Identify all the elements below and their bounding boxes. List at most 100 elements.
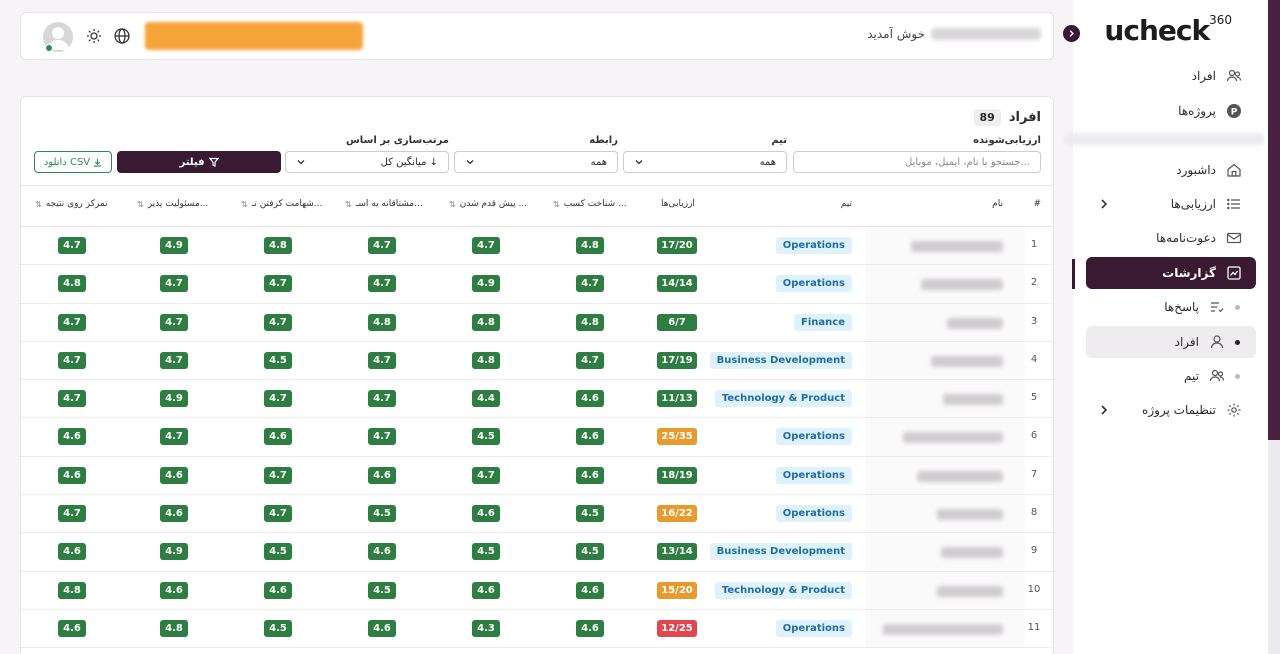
bullet-dot [1235, 373, 1240, 379]
score-badge: 4.4 [472, 390, 500, 408]
welcome-message: خوش آمدید [867, 27, 1041, 41]
team-icon [1207, 366, 1227, 386]
evaluations-badge: 6/7 [657, 313, 697, 331]
sort-label: مرتب‌سازی بر اساس [345, 135, 449, 146]
score-badge: 4.8 [58, 275, 86, 293]
sort-select[interactable]: میانگین کل ↓ [285, 151, 449, 173]
sidebar-scrollbar[interactable] [1268, 0, 1280, 654]
table-row[interactable]: 2 Operations 14/14 4.7 4.9 4.7 4.7 4.7 4.8 [21, 265, 1053, 304]
people-report-panel: افراد 89 ارزیابی‌شونده تیم رابطه مرتب‌سا… [20, 96, 1054, 654]
blurred-person-name[interactable] [937, 509, 1003, 521]
score-badge: 4.5 [368, 505, 396, 523]
collapse-sidebar-button[interactable] [1063, 25, 1080, 42]
chart-icon [1224, 263, 1244, 283]
score-badge: 4.7 [368, 351, 396, 369]
table-row[interactable]: 8 Operations 16/22 4.5 4.6 4.5 4.7 4.6 4.7 [21, 495, 1053, 534]
blurred-person-name[interactable] [917, 470, 1003, 482]
table-row[interactable]: 10 Technology & Product 15/20 4.6 4.6 4.5 4.6 4… [21, 571, 1053, 610]
sidebar-item-projects[interactable]: P پروژه‌ها [1086, 95, 1256, 127]
col-header-name[interactable]: نام [992, 199, 1003, 209]
sun-icon[interactable] [85, 27, 103, 45]
col-header-competency-3[interactable]: ⇅ مشتاقانه یه اسـ... [345, 199, 423, 209]
sort-icon: ⇅ [345, 199, 352, 209]
score-badge: 4.7 [160, 428, 188, 446]
download-csv-button[interactable]: دانلود CSV [34, 151, 112, 173]
score-badge: 4.6 [160, 466, 188, 484]
table-row[interactable]: 9 Business Development 13/14 4.5 4.5 4.6 4.5 4.… [21, 533, 1053, 572]
col-header-competency-6[interactable]: ⇅ تمرکز روی نتیجه [35, 199, 108, 209]
sidebar-item-label: ارزیابی‌ها [1170, 197, 1216, 211]
score-badge: 4.7 [58, 237, 86, 254]
score-badge: 4.6 [58, 428, 86, 446]
score-badge: 4.7 [576, 351, 604, 369]
score-badge: 4.5 [472, 543, 500, 561]
col-header-competency-5[interactable]: ⇅ مسئولیت پذیر... [137, 199, 208, 209]
score-badge: 4.3 [472, 619, 500, 637]
score-badge: 4.6 [576, 428, 604, 446]
score-badge: 4.8 [576, 237, 604, 254]
score-badge: 4.5 [264, 351, 292, 369]
blurred-person-name[interactable] [937, 585, 1003, 597]
evaluations-badge: 16/22 [657, 505, 697, 523]
row-number: 3 [1030, 315, 1038, 327]
relation-select[interactable]: همه [454, 151, 618, 173]
col-header-evaluations[interactable]: ارزیابی‌ها [661, 199, 695, 209]
sort-icon: ⇅ [137, 199, 144, 209]
table-row[interactable]: 7 Operations 18/19 4.6 4.7 4.6 4.7 4.6 4.6 [21, 456, 1053, 496]
score-badge: 4.6 [160, 505, 188, 523]
score-badge: 4.7 [264, 313, 292, 331]
sidebar-item-evaluations[interactable]: ارزیابی‌ها [1086, 188, 1256, 220]
sidebar-subitem-answers[interactable]: پاسخ‌ها [1086, 291, 1256, 323]
row-number: 9 [1030, 545, 1038, 557]
blurred-person-name[interactable] [931, 355, 1003, 367]
sidebar-item-invitations[interactable]: دعوت‌نامه‌ها [1086, 222, 1256, 254]
table-row[interactable]: 1 Operations 17/20 4.8 4.7 4.7 4.8 4.9 4.7 [21, 227, 1053, 266]
score-badge: 4.7 [160, 275, 188, 293]
sidebar-item-project-settings[interactable]: تنظیمات پروژه [1086, 394, 1256, 426]
sidebar-item-label: تنظیمات پروژه [1142, 403, 1216, 417]
blurred-person-name[interactable] [941, 547, 1003, 559]
blurred-person-name[interactable] [921, 279, 1003, 291]
table-row[interactable]: 5 Technology & Product 11/13 4.6 4.4 4.7 4.7 4.… [21, 380, 1053, 419]
scrollbar-thumb[interactable] [1268, 0, 1280, 440]
blurred-person-name[interactable] [903, 432, 1003, 444]
blurred-person-name[interactable] [911, 241, 1003, 252]
blurred-person-name[interactable] [943, 394, 1003, 406]
filter-button[interactable]: فیلتر [117, 151, 281, 173]
project-p-icon: P [1224, 101, 1244, 121]
blurred-person-name[interactable] [947, 317, 1003, 329]
chevron-down-icon [297, 160, 305, 165]
sidebar-item-dashboard[interactable]: داشبورد [1086, 154, 1256, 186]
chevron-left-icon [1101, 405, 1108, 415]
team-select[interactable]: همه [623, 151, 787, 173]
sidebar: ucheck360 افراد P پروژه‌ها داشبورد ارزیا… [1064, 0, 1268, 654]
evaluations-badge: 11/13 [657, 390, 697, 408]
sidebar-item-people[interactable]: افراد [1086, 60, 1256, 92]
blurred-person-name[interactable] [883, 623, 1003, 635]
search-input[interactable]: جستجو با نام، ایمیل، موبایل... [793, 151, 1041, 173]
sidebar-subitem-team[interactable]: تیم [1086, 360, 1256, 392]
table-row[interactable]: 3 Finance 6/7 4.8 4.8 4.8 4.7 4.7 4.7 [21, 303, 1053, 342]
team-badge: Operations [775, 619, 852, 637]
score-badge: 4.7 [58, 313, 86, 331]
globe-icon[interactable] [113, 27, 131, 45]
col-header-team[interactable]: تیم [841, 199, 852, 209]
score-badge: 4.8 [472, 351, 500, 369]
score-badge: 4.6 [264, 581, 292, 599]
evaluations-badge: 18/19 [657, 466, 697, 484]
col-header-competency-4[interactable]: ⇅ شهامت کرفتن تـ... [241, 199, 322, 209]
col-header-competency-1[interactable]: ⇅ شناخت کسب ... [553, 199, 627, 209]
table-row[interactable]: 6 Operations 25/35 4.6 4.5 4.7 4.6 4.7 4.6 [21, 418, 1053, 457]
row-number: 7 [1030, 468, 1038, 480]
sidebar-subitem-people[interactable]: افراد [1086, 326, 1256, 358]
sidebar-item-reports[interactable]: گزارشات [1086, 257, 1256, 289]
col-header-competency-2[interactable]: ⇅ پیش قدم شدن ... [449, 199, 527, 209]
score-badge: 4.5 [368, 581, 396, 599]
chevron-down-icon [466, 160, 474, 165]
table-row[interactable]: 11 Operations 12/25 4.6 4.3 4.6 4.5 4.8 4.6 [21, 609, 1053, 649]
score-badge: 4.7 [160, 351, 188, 369]
blurred-banner[interactable] [145, 22, 363, 50]
score-badge: 4.9 [160, 543, 188, 561]
table-row[interactable]: 4 Business Development 17/19 4.7 4.8 4.7 4.5 4.… [21, 341, 1053, 381]
score-badge: 4.5 [264, 619, 292, 637]
